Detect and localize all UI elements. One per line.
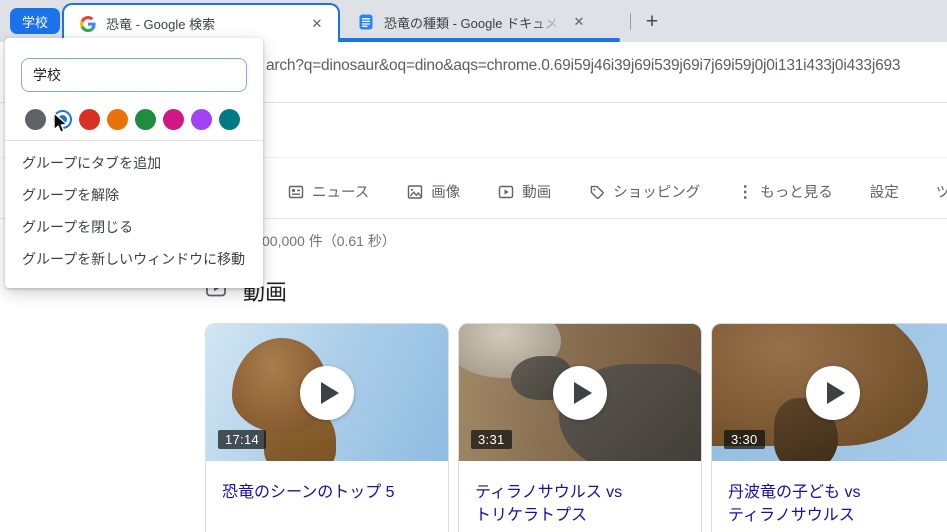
tab-title: 恐竜 - Google 検索 — [106, 14, 300, 33]
image-icon — [406, 183, 424, 201]
tab-group-chip[interactable]: 学校 — [10, 8, 60, 34]
play-button-icon — [300, 366, 354, 420]
nav-tab-images[interactable]: 画像 — [406, 181, 460, 202]
color-swatch-pink[interactable] — [163, 109, 184, 130]
new-tab-button[interactable]: + — [638, 8, 666, 36]
tab-title: 恐竜の種類 - Google ドキュメント — [384, 13, 562, 32]
tab-group-menu: グループにタブを追加 グループを解除 グループを閉じる グループを新しいウィンド… — [5, 38, 263, 288]
duration-badge: 17:14 — [218, 430, 266, 449]
menu-item-ungroup[interactable]: グループを解除 — [5, 179, 263, 211]
tag-icon — [588, 183, 606, 201]
menu-divider — [5, 140, 263, 141]
color-swatch-orange[interactable] — [107, 109, 128, 130]
tabstrip-divider — [630, 13, 631, 30]
nav-tab-label: ショッピング — [613, 181, 700, 202]
close-icon[interactable]: ✕ — [568, 11, 590, 33]
play-button-icon — [553, 366, 607, 420]
result-stats: 00,000 件（0.61 秒） — [262, 231, 396, 251]
tab-google-docs[interactable]: 恐竜の種類 - Google ドキュメント ✕ — [346, 6, 620, 38]
more-vertical-icon: ⋮ — [737, 182, 753, 202]
video-cards: 17:14 恐竜のシーンのトップ 5 3:31 ティラノサウルス vs トリケラ… — [205, 323, 947, 532]
color-swatch-grey[interactable] — [25, 109, 46, 130]
close-icon[interactable]: ✕ — [306, 13, 328, 35]
group-name-input[interactable] — [21, 58, 247, 92]
video-thumbnail[interactable]: 3:31 — [459, 324, 701, 461]
tab-google-search[interactable]: 恐竜 - Google 検索 ✕ — [62, 3, 340, 42]
color-swatch-purple[interactable] — [191, 109, 212, 130]
color-swatch-cyan[interactable] — [219, 109, 240, 130]
nav-tab-settings[interactable]: 設定 — [870, 181, 899, 202]
color-swatch-red[interactable] — [79, 109, 100, 130]
color-swatch-green[interactable] — [135, 109, 156, 130]
video-title-link[interactable]: 丹波竜の子ども vs ティラノサウルス — [712, 461, 947, 527]
video-card[interactable]: 3:30 丹波竜の子ども vs ティラノサウルス — [711, 323, 947, 532]
duration-badge: 3:30 — [724, 430, 765, 449]
menu-items: グループにタブを追加 グループを解除 グループを閉じる グループを新しいウィンド… — [5, 147, 263, 275]
nav-tab-label: 動画 — [522, 181, 551, 202]
google-g-icon — [80, 16, 96, 32]
nav-tab-shopping[interactable]: ショッピング — [588, 181, 700, 202]
tab-strip: 学校 恐竜 - Google 検索 ✕ 恐竜の種類 - Google — [0, 0, 947, 42]
video-title-link[interactable]: ティラノサウルス vs トリケラトプス — [459, 461, 701, 527]
video-title-link[interactable]: 恐竜のシーンのトップ 5 — [206, 461, 448, 504]
duration-badge: 3:31 — [471, 430, 512, 449]
news-icon — [287, 183, 305, 201]
address-bar[interactable]: arch?q=dinosaur&oq=dino&aqs=chrome.0.69i… — [266, 57, 947, 75]
google-docs-icon — [358, 14, 374, 30]
color-swatch-blue[interactable] — [55, 112, 70, 127]
nav-tab-videos[interactable]: 動画 — [497, 181, 551, 202]
video-thumbnail[interactable]: 3:30 — [712, 324, 947, 461]
nav-tab-label: 画像 — [431, 181, 460, 202]
menu-item-add-tab-to-group[interactable]: グループにタブを追加 — [5, 147, 263, 179]
video-card[interactable]: 17:14 恐竜のシーンのトップ 5 — [205, 323, 449, 532]
menu-item-move-group-to-new-window[interactable]: グループを新しいウィンドウに移動 — [5, 243, 263, 275]
nav-tab-label: 設定 — [870, 181, 899, 202]
group-color-picker — [25, 106, 240, 132]
nav-tab-label: もっと見る — [760, 181, 833, 202]
browser-window: 学校 恐竜 - Google 検索 ✕ 恐竜の種類 - Google — [0, 0, 947, 532]
menu-item-close-group[interactable]: グループを閉じる — [5, 211, 263, 243]
nav-tab-label: ニュース — [312, 181, 369, 202]
search-nav-tabs: ニュース 画像 動画 — [287, 181, 947, 202]
video-icon — [497, 183, 515, 201]
nav-tab-more[interactable]: ⋮ もっと見る — [737, 181, 833, 202]
nav-tab-tools[interactable]: ツール — [936, 181, 947, 202]
nav-tab-label: ツール — [936, 181, 947, 202]
video-card[interactable]: 3:31 ティラノサウルス vs トリケラトプス — [458, 323, 702, 532]
play-button-icon — [806, 366, 860, 420]
video-thumbnail[interactable]: 17:14 — [206, 324, 448, 461]
nav-tab-news[interactable]: ニュース — [287, 181, 369, 202]
